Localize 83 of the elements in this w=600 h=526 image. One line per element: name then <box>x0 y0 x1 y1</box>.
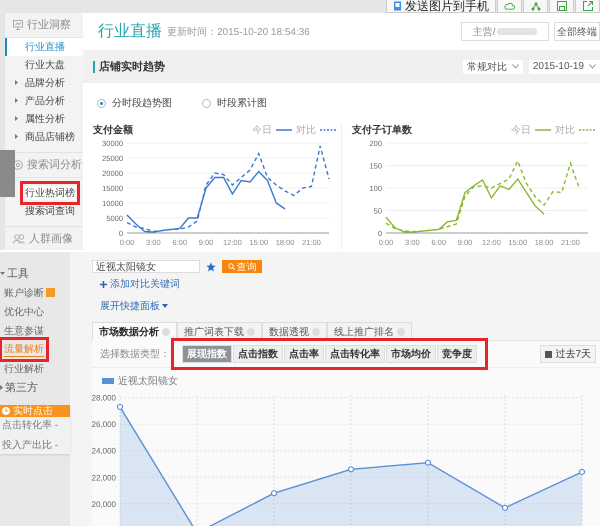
sidebar-item[interactable]: 属性分析 <box>17 110 83 128</box>
radio-option[interactable]: 时段累计图 <box>202 96 267 110</box>
metric-text: 点击转化率 - <box>2 420 58 432</box>
sidebar-item[interactable]: 生意参谋 <box>0 321 70 340</box>
data-point <box>578 468 586 476</box>
legend-label: 近视太阳镜女 <box>118 374 178 388</box>
data-type-button[interactable]: 点击率 <box>284 345 324 363</box>
data-type-button[interactable]: 点击指数 <box>233 345 283 363</box>
legend-label: 对比 <box>555 124 575 137</box>
date-select[interactable]: 2015-10-19 <box>528 60 600 74</box>
update-time: 更新时间：2015-10-20 18:54:36 <box>167 26 311 38</box>
add-keyword-link[interactable]: 添加对比关键词 <box>110 277 180 291</box>
clock-icon <box>2 407 10 415</box>
data-point <box>424 460 432 466</box>
chevron-down-icon <box>512 64 519 69</box>
share-icon <box>530 2 540 10</box>
legend-label: 今日 <box>252 124 272 137</box>
chart-title: 支付子订单数 <box>352 124 413 137</box>
phone-icon <box>393 1 402 11</box>
sidebar-item[interactable]: 品牌分析 <box>17 74 83 92</box>
data-type-button[interactable]: 点击转化率 <box>325 345 385 363</box>
expand-panel-link[interactable]: 展开快捷面板 <box>100 299 160 313</box>
section-title: 店铺实时趋势 <box>99 60 165 74</box>
chevron-down-icon <box>589 64 596 69</box>
axis-label: 20,000 <box>92 500 116 509</box>
radio-option[interactable]: 分时段趋势图 <box>97 96 172 110</box>
field-label: 选择数据类型： <box>100 348 170 361</box>
realtime-header: 实时点击 <box>0 405 70 417</box>
export-icon <box>582 1 592 11</box>
share-button[interactable] <box>523 0 548 13</box>
metric-text: 投入产出比 - <box>2 440 58 452</box>
cloud-button[interactable] <box>497 0 522 13</box>
sidebar-item[interactable]: 工具 <box>0 264 70 283</box>
section-title: 行业洞察 <box>27 18 71 32</box>
caret-right-icon <box>15 116 18 121</box>
sidebar-item[interactable]: 优化中心 <box>0 302 70 321</box>
data-point <box>348 466 354 472</box>
axis-label: 28,000 <box>92 394 116 403</box>
caret-right-icon <box>0 385 3 390</box>
axis-label: 24,000 <box>92 446 116 456</box>
export-button[interactable] <box>575 0 600 13</box>
page-title: 行业直播 <box>98 22 162 42</box>
star-icon[interactable] <box>206 262 216 272</box>
section-title: 搜索词分析 <box>27 158 82 172</box>
section-title: 人群画像 <box>29 232 73 246</box>
legend-label: 今日 <box>511 124 531 137</box>
plus-icon <box>100 280 107 288</box>
radio-button[interactable] <box>97 98 106 108</box>
data-type-button[interactable]: 竞争度 <box>437 345 477 363</box>
terminal-select[interactable]: 全部终端 <box>554 22 600 41</box>
monitor-icon <box>13 20 23 30</box>
caret-right-icon <box>15 134 18 139</box>
category-field[interactable]: 主营/ <box>461 22 549 41</box>
sidebar-item[interactable]: 行业大盘 <box>17 56 83 74</box>
sidebar-item[interactable]: 商品店铺榜 <box>17 128 83 146</box>
people-icon <box>13 234 25 244</box>
data-point <box>270 490 278 496</box>
axis-label: 22,000 <box>92 473 116 482</box>
sidebar-item[interactable]: 行业解析 <box>0 359 70 378</box>
data-type-button[interactable]: 市场均价 <box>386 345 436 363</box>
data-point <box>502 504 508 511</box>
radio-button[interactable] <box>202 98 211 108</box>
legend-label: 对比 <box>296 124 316 137</box>
sidebar-item[interactable]: 第三方 <box>0 378 70 397</box>
save-button[interactable] <box>549 0 574 13</box>
send-to-phone-button[interactable]: 发送图片到手机 <box>386 0 496 13</box>
cloud-icon <box>504 2 515 10</box>
chart-title: 支付金额 <box>93 123 134 137</box>
sidebar-item[interactable]: 搜索词查询 <box>17 202 83 220</box>
caret-right-icon <box>15 98 18 103</box>
keyword-input[interactable]: 近视太阳镜女 <box>92 260 200 273</box>
date-range-button[interactable]: 过去7天 <box>540 345 596 363</box>
caret-right-icon <box>15 80 18 85</box>
compare-select[interactable]: 常规对比 <box>462 60 523 74</box>
calendar-icon <box>545 350 552 358</box>
data-point <box>116 404 124 410</box>
sidebar-item[interactable]: 产品分析 <box>17 92 83 110</box>
sidebar-item[interactable]: 账户诊断 <box>0 283 70 302</box>
sidebar-item[interactable]: 行业直播 <box>5 38 83 56</box>
tab[interactable]: 市场数据分析 <box>92 322 177 341</box>
caret-down-icon <box>162 304 168 308</box>
axis-label: 26,000 <box>92 420 116 430</box>
caret-down-icon <box>0 272 5 275</box>
